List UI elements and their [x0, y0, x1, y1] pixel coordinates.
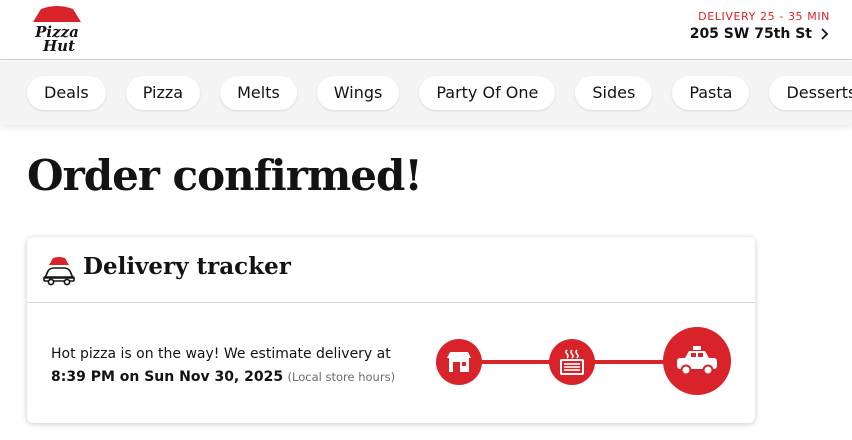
pizza-hut-logo-icon: Pizza Hut — [33, 6, 81, 55]
tracker-progress — [436, 327, 732, 397]
eta-line: 8:39 PM on Sun Nov 30, 2025 (Local store… — [51, 366, 395, 389]
pizza-hut-logo[interactable]: Pizza Hut — [27, 5, 87, 55]
delivery-selector[interactable]: DELIVERY 25 - 35 MIN 205 SW 75th St — [690, 10, 830, 42]
address-row[interactable]: 205 SW 75th St — [690, 26, 830, 42]
svg-text:Hut: Hut — [42, 37, 75, 53]
page-title: Order confirmed! — [27, 151, 423, 200]
step-delivery-car — [663, 327, 731, 395]
tracker-header: Delivery tracker — [27, 237, 755, 303]
tracker-body: Hot pizza is on the way! We estimate del… — [27, 303, 755, 422]
tracker-message: Hot pizza is on the way! We estimate del… — [51, 343, 395, 389]
chevron-right-icon — [821, 28, 829, 40]
delivery-car-icon — [43, 257, 75, 286]
eta-value: 8:39 PM on Sun Nov 30, 2025 — [51, 369, 284, 385]
category-pill-party-of-one[interactable]: Party Of One — [419, 76, 556, 110]
category-pill-desserts[interactable]: Desserts — [769, 76, 852, 110]
category-pill-sides[interactable]: Sides — [575, 76, 653, 110]
tracker-message-text: Hot pizza is on the way! We estimate del… — [51, 346, 391, 362]
site-header: Pizza Hut DELIVERY 25 - 35 MIN 205 SW 75… — [0, 0, 852, 60]
delivery-address: 205 SW 75th St — [689, 26, 812, 42]
tracker-title: Delivery tracker — [83, 253, 291, 280]
car-icon — [677, 346, 717, 376]
category-list: Deals Pizza Melts Wings Party Of One Sides Pas… — [27, 76, 852, 110]
category-pill-pizza[interactable]: Pizza — [125, 76, 201, 110]
step-oven — [549, 339, 595, 385]
category-nav: Deals Pizza Melts Wings Party Of One Sides Pas… — [0, 61, 852, 125]
eta-note: (Local store hours) — [287, 370, 396, 384]
step-store — [436, 339, 482, 385]
category-pill-pasta[interactable]: Pasta — [672, 76, 750, 110]
category-pill-deals[interactable]: Deals — [27, 76, 106, 110]
oven-icon — [560, 349, 584, 375]
category-pill-melts[interactable]: Melts — [220, 76, 297, 110]
category-pill-wings[interactable]: Wings — [316, 76, 400, 110]
delivery-tracker-card: Delivery tracker Hot pizza is on the way… — [27, 237, 755, 423]
delivery-time-label: DELIVERY 25 - 35 MIN — [698, 10, 830, 23]
store-icon — [447, 352, 471, 372]
